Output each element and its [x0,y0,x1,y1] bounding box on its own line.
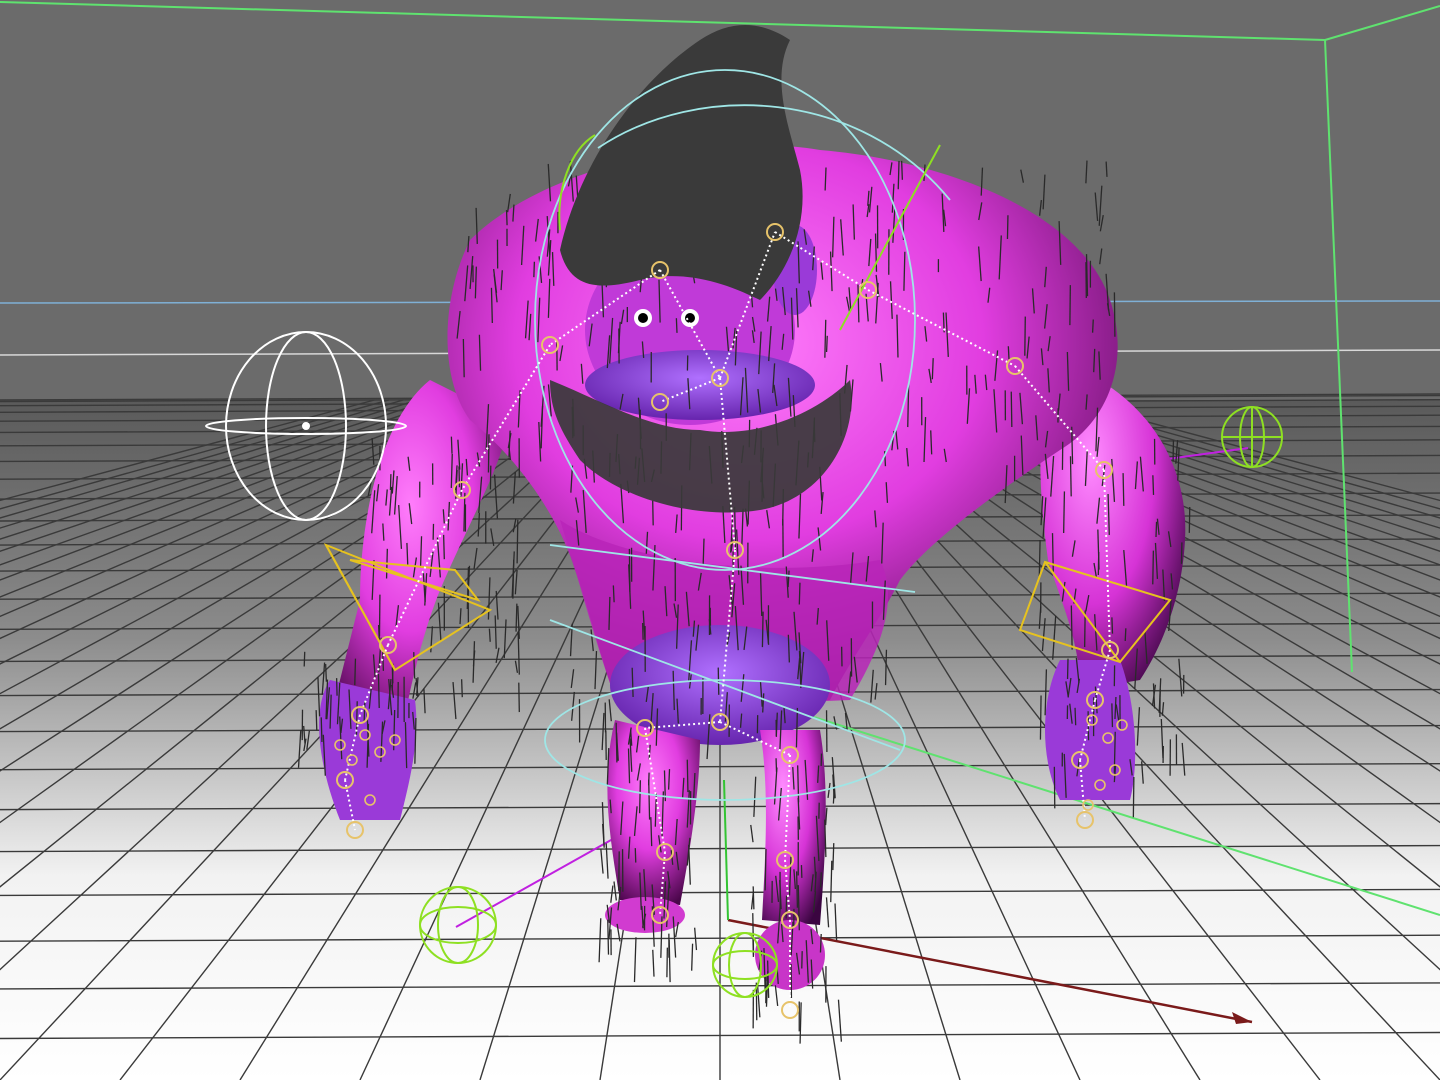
fur-strand [638,780,642,814]
fur-strand [1124,628,1127,642]
fur-strand [354,658,357,686]
fur-strand [702,538,705,565]
fur-strand [615,722,618,763]
fur-strand [900,160,904,180]
fur-strand [667,769,671,790]
fur-strand [303,651,306,667]
fur-strand [824,167,827,191]
right-pole-vector-controller[interactable] [1221,406,1283,468]
fur-strand [761,611,764,648]
fur-strand [752,886,755,910]
fur-strand [462,339,465,378]
fur-strand [487,434,490,473]
fur-strand [315,710,318,731]
fur-strand [1038,540,1041,577]
fur-strand [884,649,888,686]
fur-strand [320,717,323,743]
fur-strand [450,436,453,454]
fur-strand [459,608,462,625]
fur-strand [798,582,801,605]
fur-strand [324,664,328,682]
fur-strand [819,872,822,888]
fur-strand [648,779,651,820]
fur-strand [931,358,934,380]
3d-viewport[interactable] [0,0,1440,1080]
fur-strand [1063,491,1066,534]
fur-strand [1111,703,1114,728]
fur-strand [1069,456,1072,497]
fur-strand [819,933,822,953]
fur-strand [1155,521,1158,538]
fur-strand [1091,319,1094,333]
fur-strand [857,284,860,323]
fur-strand [505,210,508,226]
fur-strand [391,667,394,684]
fur-strand [631,667,634,698]
fur-strand [608,596,611,630]
fur-strand [650,817,653,847]
fur-strand [686,759,689,793]
fur-strand [1070,605,1073,650]
fur-strand [607,919,610,955]
fur-strand [377,673,380,708]
fur-strand [490,287,493,323]
fur-strand [797,765,800,803]
fur-strand [824,319,827,358]
viewport-canvas[interactable] [0,0,1440,1080]
fur-strand [413,652,416,679]
fur-strand [612,585,615,603]
fur-strand [406,542,409,566]
fur-strand [1007,346,1010,360]
fur-strand [691,943,694,971]
fur-strand [1039,695,1042,740]
fur-strand [1074,707,1077,726]
fur-strand [442,534,445,560]
fur-strand [1152,475,1155,495]
fur-strand [1111,617,1114,634]
fur-strand [516,519,519,564]
fur-strand [1071,426,1074,465]
fur-strand [1152,550,1155,585]
fur-strand [668,939,671,983]
fur-strand [825,335,828,353]
fur-strand [764,848,767,891]
fur-strand [675,318,678,333]
fur-strand [1132,777,1135,818]
fur-strand [518,682,520,713]
fur-strand [897,160,900,190]
fur-strand [533,261,536,278]
fur-strand [460,679,463,698]
fur-strand [1051,533,1054,573]
fur-strand [795,871,799,908]
fur-strand [363,701,366,721]
fur-strand [717,667,720,695]
fur-strand [1105,161,1108,177]
fur-strand [488,628,491,642]
fur-strand [515,603,518,632]
fur-strand [1010,391,1013,427]
fur-strand [1122,473,1125,506]
fur-strand [512,559,515,599]
